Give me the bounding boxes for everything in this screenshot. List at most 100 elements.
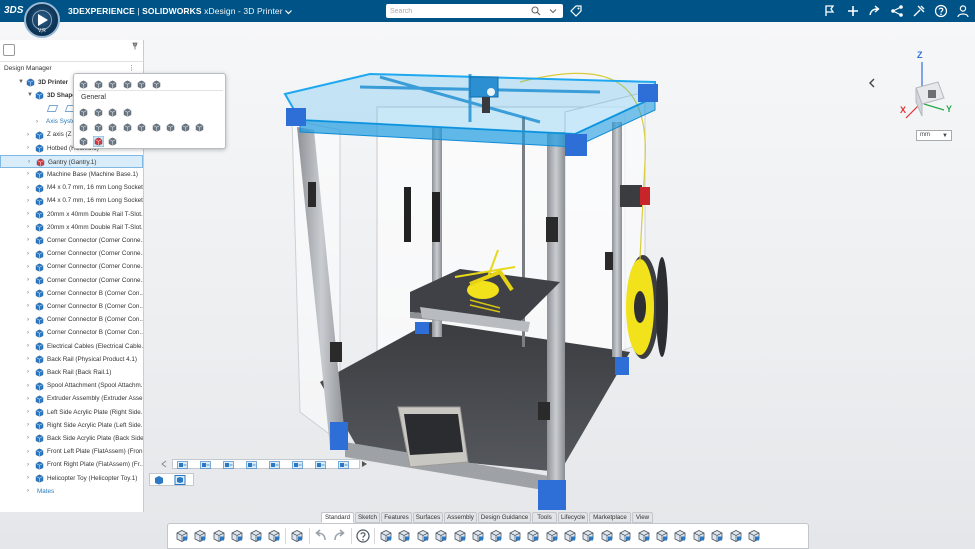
tree-item[interactable]: › Corner Connector (Corner Conne...: [0, 248, 143, 261]
timeline-feature-icon[interactable]: [223, 461, 234, 469]
extrude-icon[interactable]: [396, 528, 412, 544]
loft-icon[interactable]: [452, 528, 468, 544]
tag-icon[interactable]: [570, 5, 582, 17]
tree-item[interactable]: › Corner Connector (Corner Conne...: [0, 234, 143, 247]
tree-item[interactable]: › Right Side Acrylic Plate (Left Side...: [0, 419, 143, 432]
tree-item[interactable]: › Front Left Plate (FlatAssem) (Fron...: [0, 446, 143, 459]
tree-item[interactable]: › Extruder Assembly (Extruder Asse...: [0, 393, 143, 406]
timeline-feature-icon[interactable]: [269, 461, 280, 469]
tree-item[interactable]: › Machine Base (Machine Base.1): [0, 168, 143, 181]
zoom-icon[interactable]: [194, 122, 205, 133]
filament-spool[interactable]: [626, 255, 668, 359]
caret-right-icon[interactable]: ›: [27, 369, 29, 375]
expand-icon[interactable]: [174, 528, 190, 544]
rewind-icon[interactable]: [160, 460, 168, 468]
insert-component-icon[interactable]: [93, 79, 104, 90]
tree-item[interactable]: › Mates: [0, 485, 143, 498]
play-forward-icon[interactable]: [361, 460, 368, 468]
caret-right-icon[interactable]: ›: [27, 488, 29, 494]
caret-right-icon[interactable]: ›: [27, 145, 29, 151]
caret-right-icon[interactable]: ›: [27, 383, 29, 389]
caret-right-icon[interactable]: ›: [28, 159, 30, 165]
component-filter-icon[interactable]: [174, 475, 186, 485]
chevron-left-icon[interactable]: [866, 77, 878, 89]
tree-item[interactable]: › Corner Connector B (Corner Con...: [0, 314, 143, 327]
timeline-feature-icon[interactable]: [200, 461, 211, 469]
help-icon[interactable]: [355, 528, 371, 544]
caret-right-icon[interactable]: ›: [27, 462, 29, 468]
caret-right-icon[interactable]: ›: [27, 132, 29, 138]
caret-right-icon[interactable]: ›: [27, 290, 29, 296]
tree-item[interactable]: › Corner Connector B (Corner Con...: [0, 327, 143, 340]
plane-icon[interactable]: [46, 105, 59, 113]
save-component-icon[interactable]: [192, 528, 208, 544]
tree-item[interactable]: › Spool Attachment (Spool Attachm...: [0, 380, 143, 393]
tab-assembly[interactable]: Assembly: [444, 512, 477, 523]
revision-icon[interactable]: [211, 528, 227, 544]
tree-item[interactable]: › Corner Connector B (Corner Con...: [0, 287, 143, 300]
list-icon[interactable]: [78, 136, 89, 147]
timeline-feature-icon[interactable]: [177, 461, 188, 469]
timeline-feature-icon[interactable]: [246, 461, 257, 469]
redo-icon[interactable]: [331, 528, 347, 544]
section-view-icon[interactable]: [746, 528, 762, 544]
tree-item[interactable]: › 20mm x 40mm Double Rail T-Slot...: [0, 221, 143, 234]
tab-features[interactable]: Features: [381, 512, 412, 523]
extruder-motor[interactable]: [620, 185, 650, 207]
hole-icon[interactable]: [544, 528, 560, 544]
caret-right-icon[interactable]: ›: [27, 264, 29, 270]
lcd-display-box[interactable]: [397, 406, 469, 468]
tree-item[interactable]: › Back Rail (Physical Product 4.1): [0, 353, 143, 366]
thicken-icon[interactable]: [654, 528, 670, 544]
caret-down-icon[interactable]: ▼: [18, 79, 24, 85]
3d-viewport[interactable]: Z X Y mm ▼ Design Manager ⋮ ▼ 3D Printer ▼…: [0, 22, 975, 549]
tree-item[interactable]: › Left Side Acrylic Plate (Right Side...: [0, 406, 143, 419]
gantry-cube-icon[interactable]: [92, 136, 104, 147]
measure-icon[interactable]: [78, 122, 89, 133]
app-title[interactable]: 3DEXPERIENCE | SOLIDWORKS xDesign - 3D P…: [68, 6, 293, 16]
tree-tab-icon[interactable]: [3, 44, 15, 56]
display-icon[interactable]: [165, 122, 176, 133]
split-icon[interactable]: [617, 528, 633, 544]
timeline-feature-icon[interactable]: [338, 461, 349, 469]
caret-right-icon[interactable]: ›: [27, 356, 29, 362]
tree-item[interactable]: › Corner Connector (Corner Conne...: [0, 274, 143, 287]
pattern-icon[interactable]: [580, 528, 596, 544]
insert-part-icon[interactable]: [78, 79, 89, 90]
rib-icon[interactable]: [562, 528, 578, 544]
rename-icon[interactable]: [180, 122, 191, 133]
share-icon[interactable]: [248, 528, 264, 544]
wrap-icon[interactable]: [672, 528, 688, 544]
search-scope-chevron-icon[interactable]: [549, 7, 557, 15]
caret-right-icon[interactable]: ›: [27, 343, 29, 349]
timeline-track[interactable]: [172, 459, 360, 469]
tab-tools[interactable]: Tools: [532, 512, 557, 523]
isolate-icon[interactable]: [93, 122, 104, 133]
view-cube[interactable]: [905, 62, 945, 119]
timeline-feature-icon[interactable]: [315, 461, 326, 469]
tree-item[interactable]: › Corner Connector B (Corner Con...: [0, 300, 143, 313]
properties-icon[interactable]: [136, 122, 147, 133]
user-profile-icon[interactable]: [956, 4, 970, 18]
caret-right-icon[interactable]: ›: [27, 422, 29, 428]
caret-right-icon[interactable]: ›: [27, 237, 29, 243]
pattern-icon[interactable]: [136, 79, 147, 90]
revolve-icon[interactable]: [415, 528, 431, 544]
units-select[interactable]: mm ▼: [916, 130, 952, 141]
caret-right-icon[interactable]: ›: [27, 277, 29, 283]
select-icon[interactable]: [93, 107, 104, 118]
search-input[interactable]: [390, 5, 525, 17]
tree-item[interactable]: › Electrical Cables (Electrical Cable...: [0, 340, 143, 353]
pin-icon[interactable]: [131, 42, 139, 50]
hide-icon[interactable]: [78, 107, 89, 118]
share-arrow-icon[interactable]: [868, 4, 882, 18]
tree-item[interactable]: › Front Right Plate (FlatAssem) (Fr...: [0, 459, 143, 472]
open-icon[interactable]: [107, 136, 118, 147]
caret-right-icon[interactable]: ›: [27, 224, 29, 230]
rail-front-right[interactable]: [547, 132, 565, 482]
add-icon[interactable]: [846, 4, 860, 18]
replace-icon[interactable]: [107, 107, 118, 118]
shell-icon[interactable]: [507, 528, 523, 544]
caret-right-icon[interactable]: ›: [27, 330, 29, 336]
search-icon[interactable]: [531, 6, 541, 16]
